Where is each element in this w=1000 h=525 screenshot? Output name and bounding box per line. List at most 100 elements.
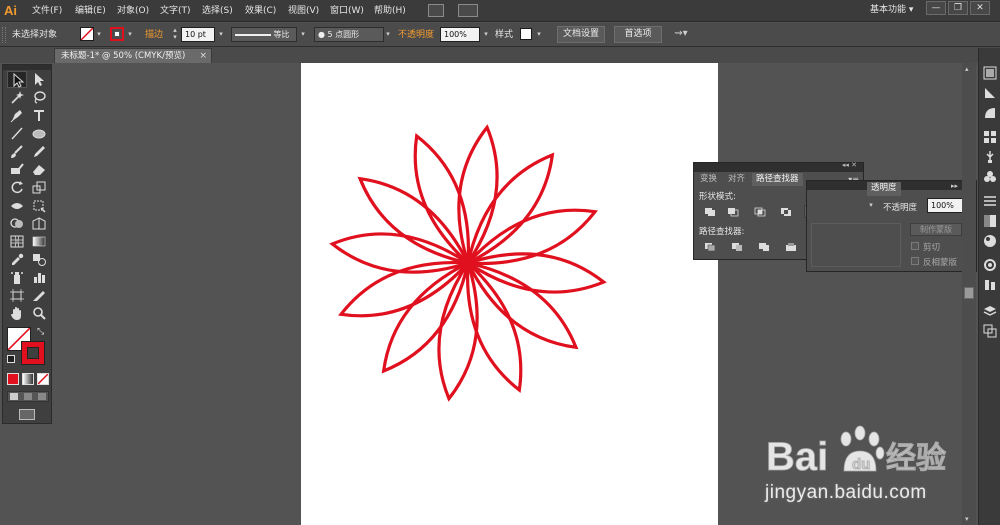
stroke-panel-icon[interactable] bbox=[983, 194, 997, 208]
stroke-weight-dropdown-icon[interactable]: ▾ bbox=[217, 28, 225, 40]
collapse-icon[interactable]: ▸▸ bbox=[951, 182, 958, 190]
flower-artwork[interactable] bbox=[301, 63, 718, 525]
tools-panel-header[interactable] bbox=[3, 65, 51, 70]
menu-help[interactable]: 帮助(H) bbox=[374, 4, 406, 18]
gradient-mode-icon[interactable] bbox=[22, 373, 34, 385]
minus-front-icon[interactable] bbox=[727, 207, 739, 217]
brushes-icon[interactable] bbox=[983, 150, 997, 164]
pencil-tool[interactable] bbox=[29, 143, 49, 160]
hand-tool[interactable] bbox=[7, 305, 27, 322]
menu-select[interactable]: 选择(S) bbox=[202, 4, 233, 18]
invert-mask-checkbox[interactable] bbox=[911, 257, 919, 265]
opacity-field[interactable]: 100% bbox=[440, 27, 480, 42]
scrollbar-thumb[interactable] bbox=[964, 287, 974, 299]
transparency-panel-icon[interactable] bbox=[983, 214, 997, 228]
symbol-sprayer-tool[interactable] bbox=[7, 269, 27, 286]
stroke-weight-field[interactable]: 10 pt bbox=[181, 27, 215, 42]
close-button[interactable]: ✕ bbox=[970, 1, 990, 15]
free-transform-tool[interactable] bbox=[29, 197, 49, 214]
stroke-swatch[interactable] bbox=[110, 27, 124, 41]
stroke-profile-select[interactable]: 等比 bbox=[231, 27, 297, 42]
menu-effect[interactable]: 效果(C) bbox=[245, 4, 276, 18]
line-segment-tool[interactable] bbox=[7, 125, 27, 142]
unite-icon[interactable] bbox=[704, 207, 716, 217]
appearance-icon[interactable] bbox=[983, 234, 997, 248]
crop-icon[interactable] bbox=[785, 242, 797, 252]
profile-dropdown-icon[interactable]: ▾ bbox=[299, 28, 307, 40]
artboards-panel-icon[interactable] bbox=[983, 324, 997, 338]
eyedropper-tool[interactable] bbox=[7, 251, 27, 268]
fill-swatch[interactable] bbox=[80, 27, 94, 41]
gradient-tool[interactable] bbox=[29, 233, 49, 250]
blend-mode-dropdown-icon[interactable]: ▾ bbox=[867, 199, 875, 211]
collapse-icon[interactable]: ◂◂ ✕ bbox=[842, 161, 857, 169]
artboard-tool[interactable] bbox=[7, 287, 27, 304]
color-panel-icon[interactable] bbox=[983, 66, 997, 80]
zoom-tool[interactable] bbox=[29, 305, 49, 322]
magic-wand-tool[interactable] bbox=[7, 89, 27, 106]
type-tool[interactable] bbox=[29, 107, 49, 124]
gradient-panel-icon[interactable] bbox=[983, 106, 997, 120]
selection-tool[interactable] bbox=[7, 71, 27, 88]
blend-tool[interactable] bbox=[29, 251, 49, 268]
mesh-tool[interactable] bbox=[7, 233, 27, 250]
direct-selection-tool[interactable] bbox=[29, 71, 49, 88]
opacity-dropdown-icon[interactable]: ▾ bbox=[482, 28, 490, 40]
color-mode-icon[interactable] bbox=[7, 373, 19, 385]
trim-icon[interactable] bbox=[731, 242, 743, 252]
color-guide-icon[interactable] bbox=[983, 86, 997, 100]
tab-transparency[interactable]: 透明度 bbox=[867, 182, 901, 196]
screen-mode-icon[interactable] bbox=[19, 409, 35, 420]
shape-builder-tool[interactable] bbox=[7, 215, 27, 232]
drawing-modes[interactable] bbox=[7, 391, 49, 402]
clip-checkbox[interactable] bbox=[911, 242, 919, 250]
stepper-icon[interactable]: ▴ ▾ bbox=[171, 27, 179, 41]
arrange-documents-icon[interactable] bbox=[458, 4, 478, 17]
style-dropdown-icon[interactable]: ▾ bbox=[535, 28, 543, 40]
align-panel-icon[interactable] bbox=[983, 278, 997, 292]
default-colors-icon[interactable] bbox=[7, 355, 15, 363]
bridge-icon[interactable] bbox=[428, 4, 444, 17]
scroll-down-icon[interactable]: ▾ bbox=[965, 515, 969, 523]
workspace-switcher[interactable]: 基本功能 ▾ bbox=[866, 2, 917, 18]
perspective-grid-tool[interactable] bbox=[29, 215, 49, 232]
document-tab[interactable]: 未标题-1* @ 50% (CMYK/预览) × bbox=[54, 48, 212, 63]
menu-file[interactable]: 文件(F) bbox=[32, 4, 62, 18]
opacity-link[interactable]: 不透明度 bbox=[398, 29, 434, 41]
menu-view[interactable]: 视图(V) bbox=[288, 4, 319, 18]
minimize-button[interactable]: — bbox=[926, 1, 946, 15]
control-menu-icon[interactable]: ⇝▾ bbox=[672, 28, 690, 40]
graphic-styles-icon[interactable] bbox=[983, 258, 997, 272]
none-mode-icon[interactable] bbox=[37, 373, 49, 385]
brush-select[interactable]: ● 5 点圆形 bbox=[314, 27, 384, 42]
pen-tool[interactable] bbox=[7, 107, 27, 124]
scroll-up-icon[interactable]: ▴ bbox=[965, 65, 969, 73]
exclude-icon[interactable] bbox=[780, 207, 792, 217]
close-icon[interactable]: × bbox=[199, 49, 207, 63]
merge-icon[interactable] bbox=[758, 242, 770, 252]
tab-pathfinder[interactable]: 路径查找器 bbox=[752, 173, 803, 186]
eraser-tool[interactable] bbox=[29, 161, 49, 178]
menu-type[interactable]: 文字(T) bbox=[160, 4, 191, 18]
style-swatch[interactable] bbox=[520, 28, 532, 40]
menu-window[interactable]: 窗口(W) bbox=[330, 4, 364, 18]
brush-dropdown-icon[interactable]: ▾ bbox=[384, 28, 392, 40]
menu-object[interactable]: 对象(O) bbox=[117, 4, 149, 18]
intersect-icon[interactable] bbox=[754, 207, 766, 217]
paintbrush-tool[interactable] bbox=[7, 143, 27, 160]
blob-brush-tool[interactable] bbox=[7, 161, 27, 178]
width-tool[interactable] bbox=[7, 197, 27, 214]
symbols-icon[interactable] bbox=[983, 170, 997, 184]
stroke-link[interactable]: 描边 bbox=[145, 29, 163, 41]
tab-transform[interactable]: 变换 bbox=[696, 173, 721, 186]
ellipse-tool[interactable] bbox=[29, 125, 49, 142]
stroke-color-box[interactable] bbox=[21, 341, 45, 365]
tab-align[interactable]: 对齐 bbox=[724, 173, 749, 186]
panel-title-bar[interactable]: ◂◂ ✕ bbox=[694, 161, 863, 172]
swap-colors-icon[interactable]: ⤡ bbox=[37, 327, 44, 337]
layers-icon[interactable] bbox=[983, 304, 997, 318]
swatches-icon[interactable] bbox=[983, 130, 997, 144]
preferences-button[interactable]: 首选项 bbox=[614, 26, 662, 43]
scale-tool[interactable] bbox=[29, 179, 49, 196]
rotate-tool[interactable] bbox=[7, 179, 27, 196]
